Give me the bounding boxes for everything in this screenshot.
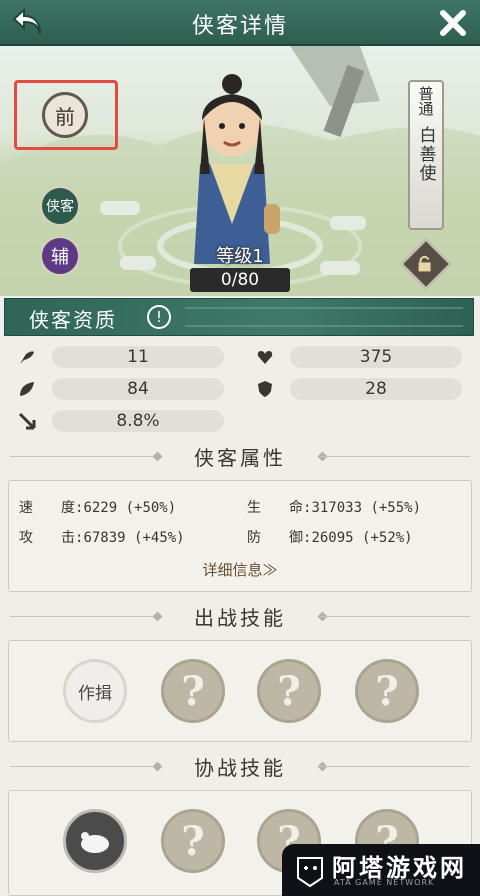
stat-row-shield: 28	[256, 378, 466, 400]
attr-life: 生 命:317033 (+55%)	[247, 500, 422, 516]
quality-header: 侠客资质 !	[4, 298, 474, 336]
lock-icon	[415, 253, 435, 277]
exp-bar: 0/80	[190, 268, 290, 292]
battle-skills-panel: 作揖 ? ? ?	[8, 640, 472, 742]
watermark-sub: ATA GAME NETWORK	[334, 878, 435, 887]
shield-icon	[258, 381, 272, 397]
skill-slot-3[interactable]: ?	[257, 659, 321, 723]
attr-defense: 防 御:26095 (+52%)	[247, 530, 413, 546]
attr-speed: 速 度:6229 (+50%)	[19, 500, 177, 516]
page-title: 侠客详情	[191, 14, 288, 39]
attributes-panel: 速 度:6229 (+50%) 生 命:317033 (+55%) 攻 击:67…	[8, 480, 472, 592]
rarity-grade: 普通	[416, 86, 435, 116]
stat-value: 84	[52, 378, 224, 400]
role-badge-hero[interactable]: 侠客	[40, 186, 80, 226]
stat-row-heart: 375	[256, 346, 466, 368]
pattern-decoration	[185, 307, 463, 327]
assist-skills-title: 协战技能	[0, 752, 480, 782]
detail-info-link[interactable]: 详细信息≫	[9, 559, 471, 580]
stat-row-arrow: 8.8%	[18, 410, 228, 432]
pig-icon	[81, 832, 109, 853]
skill-slot-4[interactable]: ?	[355, 659, 419, 723]
stat-value: 11	[52, 346, 224, 368]
attr-attack: 攻 击:67839 (+45%)	[19, 530, 185, 546]
assist-skill-slot-2[interactable]: ?	[161, 809, 225, 873]
skill-slot-2[interactable]: ?	[161, 659, 225, 723]
info-icon[interactable]: !	[147, 305, 171, 329]
stat-value: 28	[290, 378, 462, 400]
watermark: 阿塔游戏网 ATA GAME NETWORK	[282, 844, 480, 896]
close-icon[interactable]	[436, 6, 470, 40]
top-bar: 侠客详情	[0, 0, 480, 46]
skill-slot-1[interactable]: 作揖	[63, 659, 127, 723]
hero-type: 白善使	[415, 126, 436, 183]
hero-scene: 前 侠客 辅 等级1 0/80 普通 白善使	[0, 46, 480, 296]
arrow-icon	[18, 412, 36, 430]
stat-row-feather: 11	[18, 346, 228, 368]
attributes-section-title: 侠客属性	[0, 442, 480, 472]
position-badge[interactable]: 前	[42, 92, 88, 138]
assist-skill-slot-1[interactable]	[63, 809, 127, 873]
stat-value: 8.8%	[52, 410, 224, 432]
stat-value: 375	[290, 346, 462, 368]
rarity-tag: 普通 白善使	[408, 80, 444, 230]
leaf-icon	[20, 382, 34, 396]
quality-title: 侠客资质	[29, 308, 117, 332]
feather-icon	[20, 351, 34, 364]
stat-row-leaf: 84	[18, 378, 228, 400]
gamepad-logo-icon	[297, 857, 323, 888]
heart-icon	[257, 351, 273, 364]
battle-skills-title: 出战技能	[0, 602, 480, 632]
